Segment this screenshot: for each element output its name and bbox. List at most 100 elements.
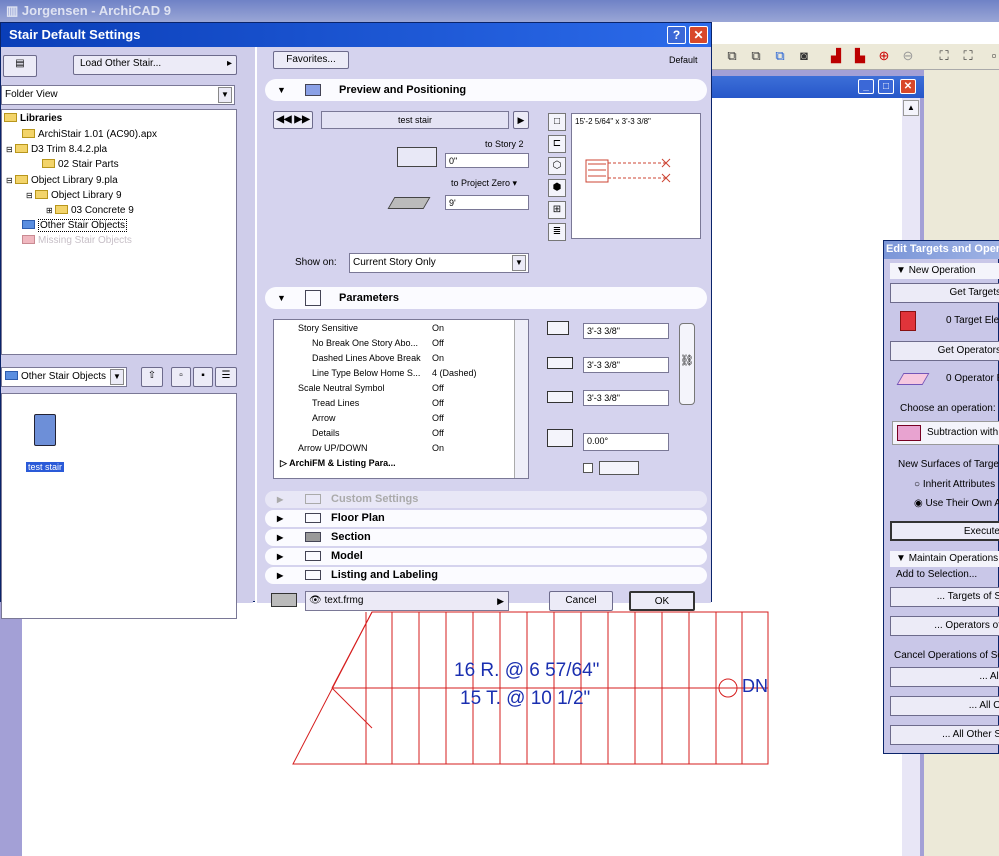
favorites-button[interactable]: Favorites...: [273, 51, 349, 69]
side-view-icon[interactable]: ⊏: [548, 135, 566, 153]
ok-button[interactable]: OK: [629, 591, 695, 611]
cancel-all-other-button[interactable]: ... All Other S: [890, 725, 999, 745]
parameters-scrollbar[interactable]: [514, 320, 528, 478]
toolbar-icon-2[interactable]: ⧉: [748, 48, 764, 64]
chevron-down-icon[interactable]: ▼: [512, 255, 526, 271]
dimension-field-1[interactable]: 3'-3 3/8": [583, 323, 669, 339]
tree-item-other-stair-objects[interactable]: Other Stair Objects: [22, 219, 128, 233]
new-operation-header[interactable]: ▼ New Operation: [890, 263, 999, 279]
tree-item-concrete[interactable]: ⊞ 03 Concrete 9: [46, 204, 134, 218]
folder-view-select[interactable]: Folder View ▼: [1, 85, 235, 105]
zoom-out-icon[interactable]: ⊖: [900, 48, 916, 64]
tree-item-object-library-9[interactable]: ⊟ Object Library 9: [26, 189, 122, 203]
object-name-field[interactable]: test stair: [321, 111, 509, 129]
minimize-icon[interactable]: _: [858, 79, 874, 94]
param-row[interactable]: Story Sensitive On: [298, 321, 444, 336]
section-view-icon[interactable]: ⊞: [548, 201, 566, 219]
angle-field[interactable]: 0.00°: [583, 433, 669, 451]
tree-item-d3-trim[interactable]: ⊟ D3 Trim 8.4.2.pla: [6, 143, 107, 157]
to-project-zero-select[interactable]: to Project Zero ▾: [451, 178, 517, 189]
collapse-icon[interactable]: ⊟: [6, 145, 15, 154]
listing-labeling-section[interactable]: ▶ Listing and Labeling: [265, 567, 707, 584]
layer-select[interactable]: 👁 text.frmg ▶: [305, 591, 509, 611]
library-tree[interactable]: Libraries ArchiStair 1.01 (AC90).apx ⊟ D…: [1, 109, 237, 355]
preview-positioning-section[interactable]: ▼ Preview and Positioning: [265, 79, 707, 101]
floor-plan-section[interactable]: ▶ Floor Plan: [265, 510, 707, 527]
view-mode-icon[interactable]: ▤: [3, 55, 37, 77]
list-icon[interactable]: ≣: [548, 223, 566, 241]
triangle-right-icon[interactable]: ▶: [513, 111, 529, 129]
dimension-field-2[interactable]: 3'-3 3/8": [583, 357, 669, 373]
folder-up-icon[interactable]: ⇧: [141, 367, 163, 387]
expand-icon[interactable]: ⊞: [46, 206, 55, 215]
large-icons-view-icon[interactable]: ▫: [171, 367, 191, 387]
inherit-attributes-radio[interactable]: ○ Inherit Attributes: [914, 479, 995, 490]
tree-item-stair-parts[interactable]: 02 Stair Parts: [42, 158, 119, 172]
get-operators-button[interactable]: Get Operators: [890, 341, 999, 361]
tree-item-missing-stair-objects[interactable]: Missing Stair Objects: [22, 234, 132, 248]
section-section[interactable]: ▶ Section: [265, 529, 707, 546]
toolbar-icon-1[interactable]: ⧉: [724, 48, 740, 64]
object-item-label[interactable]: test stair: [26, 462, 65, 472]
tree-item-object-library-pla[interactable]: ⊟ Object Library 9.pla: [6, 174, 118, 188]
parameters-section[interactable]: ▼ Parameters: [265, 287, 707, 309]
toolbar-icon-5[interactable]: ▟: [828, 48, 844, 64]
mirror-checkbox[interactable]: [583, 463, 593, 473]
param-row[interactable]: Dashed Lines Above Break On: [312, 351, 444, 366]
toolbar-icon-11[interactable]: ▫: [986, 48, 999, 64]
cancel-button[interactable]: Cancel: [549, 591, 613, 611]
model-section[interactable]: ▶ Model: [265, 548, 707, 565]
toolbar-icon-10[interactable]: ⛶: [960, 48, 976, 64]
show-on-select[interactable]: Current Story Only ▼: [349, 253, 529, 273]
param-row[interactable]: Scale Neutral Symbol Off: [298, 381, 444, 396]
maximize-icon[interactable]: □: [878, 79, 894, 94]
collapse-icon[interactable]: ⊟: [6, 176, 15, 185]
operation-selector[interactable]: Subtraction with...: [892, 421, 999, 445]
param-row[interactable]: No Break One Story Abo... Off: [312, 336, 444, 351]
3d-view-icon[interactable]: ⬢: [548, 179, 566, 197]
param-row[interactable]: Tread Lines Off: [312, 396, 444, 411]
fit-window-icon[interactable]: ⛶: [936, 48, 952, 64]
camera-icon[interactable]: ◙: [796, 48, 812, 64]
custom-settings-section[interactable]: ▶ Custom Settings: [265, 491, 707, 508]
param-row[interactable]: Details Off: [312, 426, 444, 441]
scroll-up-arrow-icon[interactable]: ▲: [903, 100, 919, 116]
param-row[interactable]: Arrow UP/DOWN On: [298, 441, 444, 456]
dialog-close-icon[interactable]: ✕: [689, 26, 708, 44]
targets-of-selection-button[interactable]: ... Targets of S: [890, 587, 999, 607]
stair-object-icon[interactable]: [34, 414, 56, 446]
param-row[interactable]: ▷ ArchiFM & Listing Para...: [280, 456, 396, 471]
chevron-down-icon[interactable]: ▼: [110, 369, 124, 385]
dimension-field-3[interactable]: 3'-3 3/8": [583, 390, 669, 406]
operators-of-selection-button[interactable]: ... Operators of: [890, 616, 999, 636]
param-row[interactable]: Line Type Below Home S... 4 (Dashed): [312, 366, 477, 381]
tree-item-archistair[interactable]: ArchiStair 1.01 (AC90).apx: [22, 128, 157, 142]
object-folder-select[interactable]: Other Stair Objects ▼: [1, 367, 127, 387]
chevron-down-icon[interactable]: ▼: [218, 87, 232, 103]
collapse-icon[interactable]: ⊟: [26, 191, 35, 200]
cancel-all-button[interactable]: ... All: [890, 667, 999, 687]
load-other-stair-button[interactable]: Load Other Stair... ▸: [73, 55, 237, 75]
param-row[interactable]: Arrow Off: [312, 411, 444, 426]
parameters-list[interactable]: Story Sensitive On No Break One Story Abo…: [273, 319, 529, 479]
toolbar-icon-3[interactable]: ⧉: [772, 48, 788, 64]
small-icons-view-icon[interactable]: ▪: [193, 367, 213, 387]
close-icon[interactable]: ✕: [900, 79, 916, 94]
project-offset-field[interactable]: 9': [445, 195, 529, 210]
use-own-attributes-radio[interactable]: ◉ Use Their Own Attributes: [914, 498, 999, 509]
tree-item-libraries[interactable]: Libraries: [4, 112, 62, 126]
maintain-operations-header[interactable]: ▼ Maintain Operations: [890, 551, 999, 567]
chain-link-icon[interactable]: ⛓: [679, 323, 695, 405]
get-targets-button[interactable]: Get Targets: [890, 283, 999, 303]
object-preview-list[interactable]: test stair: [1, 393, 237, 619]
list-view-icon[interactable]: ☰: [215, 367, 237, 387]
story-offset-field[interactable]: 0": [445, 153, 529, 168]
help-icon[interactable]: ?: [667, 26, 686, 44]
axonometric-view-icon[interactable]: ⬡: [548, 157, 566, 175]
cancel-all-operators-button[interactable]: ... All O: [890, 696, 999, 716]
plan-view-icon[interactable]: □: [548, 113, 566, 131]
execute-button[interactable]: Execute: [890, 521, 999, 541]
zoom-in-icon[interactable]: ⊕: [876, 48, 892, 64]
prev-next-object-buttons[interactable]: ◀◀ ▶▶: [273, 111, 313, 129]
toolbar-icon-6[interactable]: ▙: [852, 48, 868, 64]
